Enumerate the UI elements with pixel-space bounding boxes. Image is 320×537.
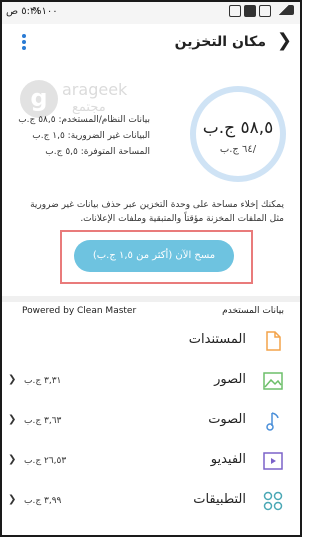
back-arrow-icon[interactable]: ❯ — [277, 30, 292, 51]
status-icons — [229, 5, 294, 17]
divider — [2, 296, 300, 302]
storage-usage-ring: ٥٨,٥ ج.ب /٦٤ ج.ب — [190, 86, 286, 182]
list-item-video[interactable]: الفيديو ٢٦,٥٣ ج.ب ❯ — [2, 442, 300, 482]
notification-icon — [259, 5, 271, 17]
screen-frame: ٥:٢١ ص %١٠٠ مكان التخزين ❯ g arageek مجت… — [0, 0, 302, 537]
app-bar: مكان التخزين ❯ — [2, 24, 300, 62]
clean-now-button[interactable]: مسح الآن (أكثر من ١,٥ ج.ب) — [74, 240, 234, 272]
notification-icon — [229, 5, 241, 17]
item-label: الصور — [214, 372, 246, 387]
item-label: التطبيقات — [193, 492, 246, 507]
list-item-images[interactable]: الصور ٣,٣١ ج.ب ❯ — [2, 362, 300, 402]
item-size: ٣,٦٣ ج.ب — [24, 416, 62, 426]
status-bar: ٥:٢١ ص %١٠٠ — [2, 2, 300, 24]
item-size: ٣,٩٩ ج.ب — [24, 496, 62, 506]
item-label: الفيديو — [210, 452, 246, 467]
user-data-header: Powered by Clean Master بيانات المستخدم — [2, 304, 300, 322]
powered-by-label: Powered by Clean Master — [22, 306, 137, 316]
stat-available-space: المساحة المتوفرة: ٥,٥ ج.ب — [45, 147, 150, 157]
storage-stats: بيانات النظام/المستخدم: ٥٨,٥ ج.ب البيانا… — [18, 112, 150, 160]
user-data-heading: بيانات المستخدم — [222, 306, 284, 316]
music-note-icon — [266, 412, 279, 431]
image-icon — [263, 372, 283, 390]
storage-used-value: ٥٨,٥ ج.ب — [202, 118, 274, 138]
item-label: الصوت — [208, 412, 246, 427]
list-item-apps[interactable]: التطبيقات ٣,٩٩ ج.ب ❯ — [2, 482, 300, 522]
chevron-right-icon: ❯ — [8, 494, 17, 505]
cleanup-description: يمكنك إخلاء مساحة على وحدة التخزين عبر ح… — [30, 200, 284, 224]
document-icon — [266, 331, 281, 351]
list-item-documents[interactable]: المستندات — [2, 322, 300, 362]
notification-icon — [244, 5, 256, 17]
overflow-menu-icon[interactable] — [22, 32, 28, 52]
item-size: ٣,٣١ ج.ب — [24, 376, 62, 386]
status-battery: %١٠٠ — [32, 6, 58, 17]
stat-system-user-data: بيانات النظام/المستخدم: ٥٨,٥ ج.ب — [18, 115, 150, 125]
chevron-right-icon: ❯ — [8, 414, 17, 425]
chevron-right-icon: ❯ — [8, 454, 17, 465]
list-item-audio[interactable]: الصوت ٣,٦٣ ج.ب ❯ — [2, 402, 300, 442]
signal-icon — [274, 5, 294, 15]
video-icon — [263, 452, 283, 470]
storage-total-value: /٦٤ ج.ب — [219, 144, 257, 155]
page-title: مكان التخزين — [174, 34, 266, 50]
apps-grid-icon — [263, 491, 283, 511]
item-size: ٢٦,٥٣ ج.ب — [24, 456, 67, 466]
item-label: المستندات — [188, 332, 246, 347]
stat-junk-data: البيانات غير الضرورية: ١,٥ ج.ب — [32, 131, 150, 141]
chevron-right-icon: ❯ — [8, 374, 17, 385]
